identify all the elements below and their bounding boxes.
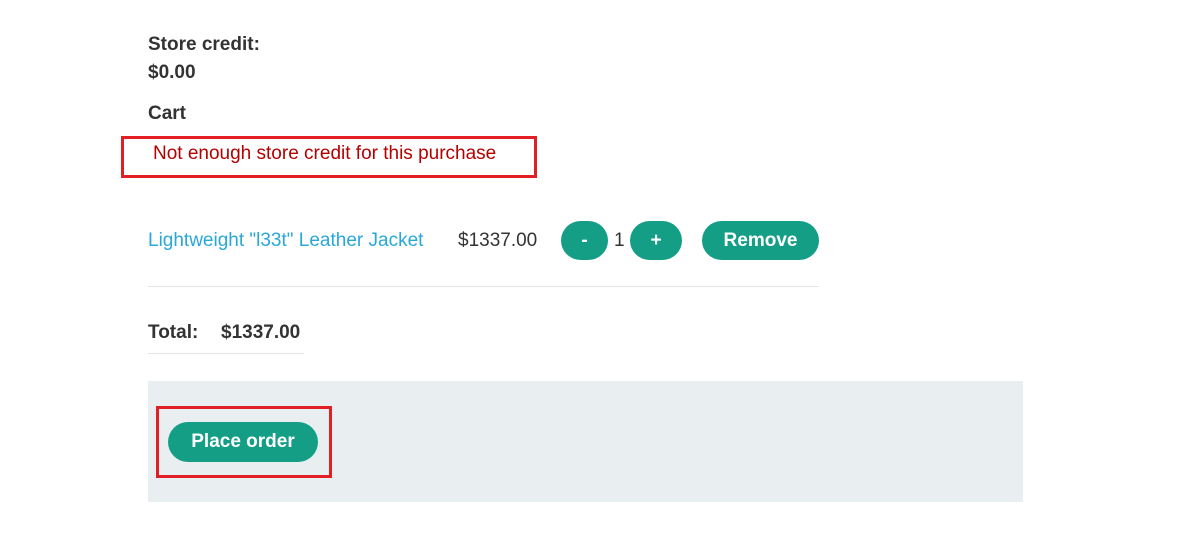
decrement-quantity-button[interactable]: - bbox=[561, 221, 608, 260]
store-credit-value: $0.00 bbox=[148, 62, 196, 83]
remove-item-button[interactable]: Remove bbox=[702, 221, 819, 260]
place-order-button[interactable]: Place order bbox=[168, 422, 318, 462]
row-divider bbox=[148, 286, 819, 287]
cart-item-row: Lightweight "l33t" Leather Jacket $1337.… bbox=[148, 221, 819, 261]
increment-quantity-button[interactable]: + bbox=[630, 221, 682, 260]
product-price: $1337.00 bbox=[458, 230, 538, 251]
total-value: $1337.00 bbox=[221, 322, 301, 343]
cart-heading: Cart bbox=[148, 103, 187, 124]
quantity-value: 1 bbox=[614, 230, 625, 251]
cart-total: Total: $1337.00 bbox=[148, 322, 304, 354]
product-link[interactable]: Lightweight "l33t" Leather Jacket bbox=[148, 230, 423, 252]
store-credit-label: Store credit: bbox=[148, 34, 260, 55]
error-message: Not enough store credit for this purchas… bbox=[153, 143, 497, 164]
total-label: Total: bbox=[148, 322, 199, 343]
